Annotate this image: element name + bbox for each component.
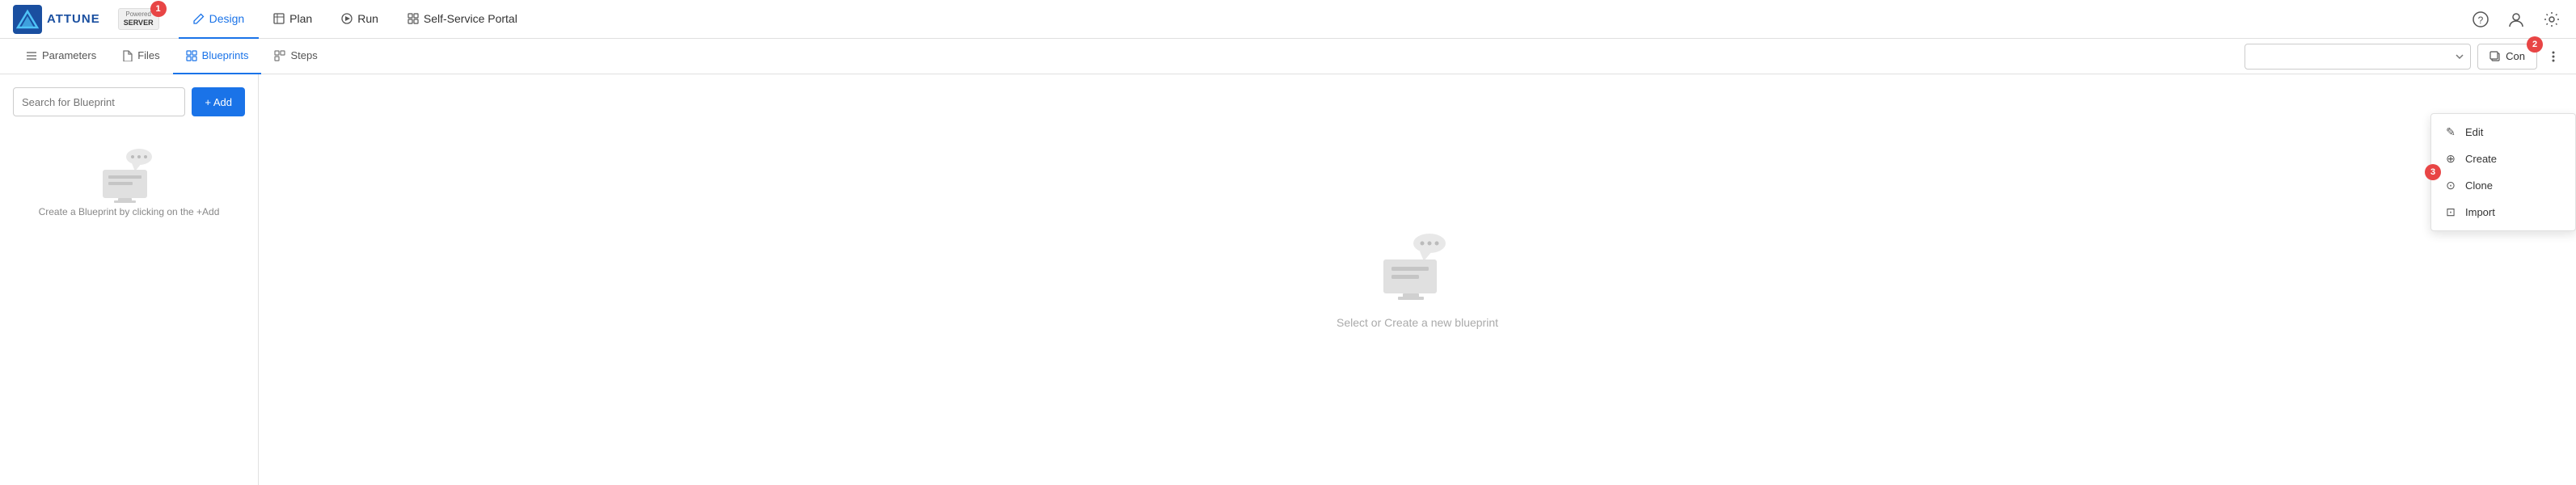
nav-right: ? <box>2469 8 2563 31</box>
menu-clone-label: Clone <box>2465 179 2493 192</box>
nav-portal-label: Self-Service Portal <box>424 12 517 25</box>
powered-line1: Powered <box>125 11 151 19</box>
pencil-icon <box>193 13 205 24</box>
portal-icon <box>408 13 419 24</box>
subnav-blueprints[interactable]: Blueprints <box>173 39 262 74</box>
center-empty-text: Select or Create a new blueprint <box>1337 316 1498 329</box>
menu-edit[interactable]: ✎ Edit <box>2431 119 2575 146</box>
steps-icon <box>274 50 285 61</box>
subnav-parameters[interactable]: Parameters <box>13 39 109 74</box>
menu-clone[interactable]: ⊙ Clone 3 <box>2431 172 2575 199</box>
menu-create-label: Create <box>2465 153 2497 165</box>
main-nav: Design Plan Run <box>179 0 532 39</box>
copy-icon <box>2489 51 2501 62</box>
import-icon: ⊡ <box>2444 205 2457 219</box>
dropdown-menu: ✎ Edit ⊕ Create ⊙ Clone 3 ⊡ Import <box>2430 113 2576 231</box>
nav-run-label: Run <box>357 12 378 25</box>
main-content: + Add Create a <box>0 74 2576 485</box>
user-icon <box>2508 11 2524 27</box>
help-icon: ? <box>2473 11 2489 27</box>
help-icon-btn[interactable]: ? <box>2469 8 2492 31</box>
menu-icon <box>26 50 37 61</box>
subnav-steps-label: Steps <box>290 49 317 61</box>
context-badge: 2 <box>2527 36 2543 53</box>
nav-plan[interactable]: Plan <box>259 0 327 39</box>
blueprint-select[interactable] <box>2244 44 2471 70</box>
edit-icon: ✎ <box>2444 125 2457 139</box>
blueprint-empty-icon <box>95 146 163 206</box>
sub-nav: Parameters Files Blueprints <box>0 39 2576 74</box>
subnav-steps[interactable]: Steps <box>261 39 330 74</box>
file-icon <box>122 50 133 61</box>
left-panel: + Add Create a <box>0 74 259 485</box>
subnav-parameters-label: Parameters <box>42 49 96 61</box>
blueprints-icon <box>186 50 197 61</box>
more-options-btn[interactable] <box>2544 47 2563 66</box>
sub-nav-wrapper: Parameters Files Blueprints <box>0 39 2576 74</box>
attune-logo <box>13 5 42 34</box>
nav-plan-label: Plan <box>289 12 312 25</box>
clone-badge: 3 <box>2425 164 2441 180</box>
create-icon: ⊕ <box>2444 152 2457 166</box>
left-empty-state: Create a Blueprint by clicking on the +A… <box>13 129 245 217</box>
user-icon-btn[interactable] <box>2505 8 2527 31</box>
nav-run[interactable]: Run <box>327 0 393 39</box>
nav-design[interactable]: Design <box>179 0 260 39</box>
left-empty-text: Create a Blueprint by clicking on the +A… <box>39 206 220 217</box>
logo-area: ATTUNE <box>13 5 108 34</box>
powered-line2: SERVER <box>124 19 154 27</box>
nav-self-service[interactable]: Self-Service Portal <box>393 0 532 39</box>
blueprint-search-input[interactable] <box>13 87 185 116</box>
settings-icon-btn[interactable] <box>2540 8 2563 31</box>
context-btn-label: Con <box>2506 50 2525 62</box>
center-panel: Select or Create a new blueprint <box>259 74 2576 485</box>
subnav-blueprints-label: Blueprints <box>202 49 249 61</box>
menu-import-label: Import <box>2465 206 2495 218</box>
search-add-row: + Add <box>13 87 245 116</box>
subnav-files[interactable]: Files <box>109 39 172 74</box>
add-btn-label: + Add <box>205 96 232 108</box>
sub-nav-right: Con 2 <box>2244 44 2563 70</box>
powered-badge: Powered SERVER 1 <box>118 8 159 29</box>
menu-edit-label: Edit <box>2465 126 2483 138</box>
center-empty-icon <box>1377 230 1458 303</box>
plan-icon <box>273 13 285 24</box>
app-title: ATTUNE <box>47 12 100 26</box>
top-nav: ATTUNE Powered SERVER 1 Design Plan <box>0 0 2576 39</box>
menu-create[interactable]: ⊕ Create <box>2431 146 2575 172</box>
subnav-files-label: Files <box>137 49 159 61</box>
run-icon <box>341 13 353 24</box>
menu-import[interactable]: ⊡ Import <box>2431 199 2575 226</box>
settings-icon <box>2544 11 2560 27</box>
svg-text:?: ? <box>2478 15 2484 26</box>
context-menu-button[interactable]: Con 2 <box>2477 44 2537 70</box>
nav-design-label: Design <box>209 12 245 25</box>
powered-badge-number: 1 <box>150 1 167 17</box>
add-blueprint-button[interactable]: + Add <box>192 87 245 116</box>
ellipsis-icon <box>2546 49 2561 64</box>
clone-icon: ⊙ <box>2444 179 2457 192</box>
